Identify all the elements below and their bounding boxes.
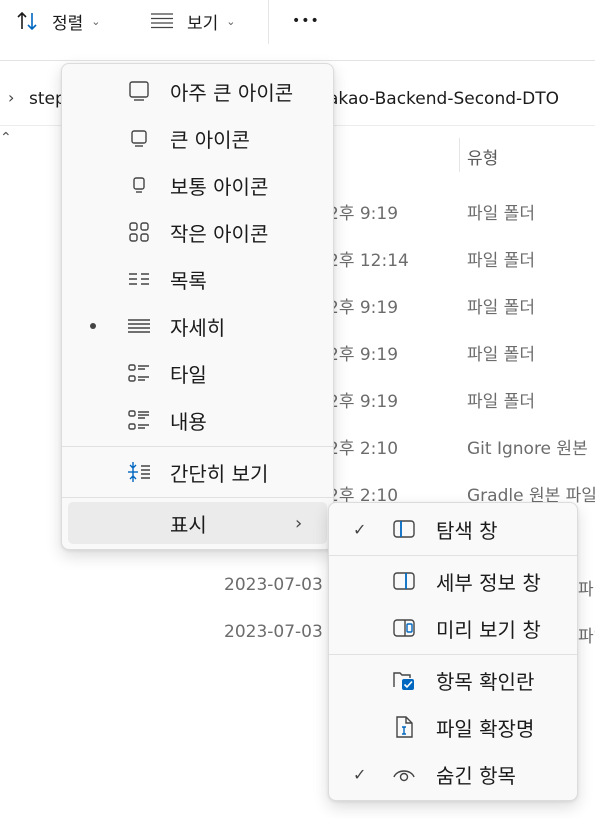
menu-item-preview-pane[interactable]: 미리 보기 창 (329, 605, 577, 651)
chevron-right-icon[interactable]: › (8, 88, 14, 107)
sort-icon (17, 11, 37, 31)
menu-item-label: 탐색 창 (436, 518, 498, 543)
menu-item-label: 세부 정보 창 (436, 570, 541, 595)
menu-item-details-pane[interactable]: 세부 정보 창 (329, 558, 577, 604)
show-submenu: ✓ 탐색 창 세부 정보 창 미리 보기 창 항목 확인란 파일 확장명 ✓ 숨… (328, 502, 578, 801)
menu-item-label: 내용 (170, 409, 207, 434)
selected-bullet-icon (90, 323, 96, 329)
menu-separator (62, 446, 333, 447)
menu-item-label: 보통 아이콘 (170, 174, 269, 199)
menu-item-label: 숨긴 항목 (436, 763, 516, 788)
chevron-down-icon: ⌄ (91, 14, 101, 28)
menu-item-content[interactable]: 내용 (62, 397, 333, 443)
navigation-pane-icon (392, 517, 416, 541)
checkmark-icon: ✓ (353, 764, 367, 784)
view-button-label: 보기 (187, 13, 219, 34)
chevron-right-icon: › (295, 512, 303, 534)
details-icon (127, 314, 151, 338)
menu-item-label: 미리 보기 창 (436, 617, 541, 642)
row-modified[interactable]: 2후 12:14 (328, 246, 409, 271)
menu-item-small-icons[interactable]: 작은 아이콘 (62, 209, 333, 255)
view-menu: 아주 큰 아이콘 큰 아이콘 보통 아이콘 작은 아이콘 목록 자세히 타일 내… (61, 63, 334, 550)
small-icons-icon (127, 220, 151, 244)
preview-pane-icon (392, 616, 416, 640)
menu-item-list[interactable]: 목록 (62, 256, 333, 302)
details-pane-icon (392, 569, 416, 593)
row-type[interactable]: 파일 폴더 (467, 246, 535, 271)
chevron-down-icon: ⌄ (226, 14, 236, 28)
row-modified[interactable]: 2후 9:19 (328, 340, 398, 365)
tiles-icon (127, 361, 151, 385)
view-button[interactable]: 보기 ⌄ (150, 8, 236, 34)
medium-icons-icon (127, 173, 151, 197)
column-divider[interactable] (459, 138, 460, 172)
more-options-button[interactable]: ••• (292, 8, 320, 34)
menu-item-label: 간단히 보기 (170, 461, 269, 486)
row-modified[interactable]: 2후 9:19 (328, 293, 398, 318)
command-bar: 정렬 ⌄ 보기 ⌄ ••• (0, 0, 595, 60)
menu-item-label: 자세히 (170, 315, 226, 340)
column-header-type[interactable]: 유형 (467, 144, 498, 169)
item-checkboxes-icon (392, 668, 416, 692)
menu-item-tiles[interactable]: 타일 (62, 350, 333, 396)
menu-item-navigation-pane[interactable]: ✓ 탐색 창 (329, 506, 577, 552)
menu-item-item-checkboxes[interactable]: 항목 확인란 (329, 657, 577, 703)
menu-item-file-extensions[interactable]: 파일 확장명 (329, 704, 577, 750)
breadcrumb-segment-current[interactable]: akao-Backend-Second-DTO (328, 89, 559, 109)
menu-item-label: 타일 (170, 362, 207, 387)
menu-item-label: 아주 큰 아이콘 (170, 80, 294, 105)
menu-item-compact-view[interactable]: 간단히 보기 (62, 449, 333, 495)
row-modified[interactable]: 2후 2:10 (328, 434, 398, 459)
checkmark-icon: ✓ (353, 519, 367, 539)
menu-item-label: 표시 (170, 512, 207, 537)
row-modified[interactable]: 2후 9:19 (328, 199, 398, 224)
file-extensions-icon (392, 715, 416, 739)
menu-item-details[interactable]: 자세히 (62, 303, 333, 349)
menu-item-label: 목록 (170, 268, 207, 293)
compact-view-icon (127, 460, 151, 484)
row-type-partial[interactable]: 파일 (578, 622, 595, 647)
toolbar-separator (0, 60, 595, 61)
sort-button[interactable]: 정렬 ⌄ (16, 8, 101, 34)
row-type[interactable]: 파일 폴더 (467, 387, 535, 412)
row-type[interactable]: 파일 폴더 (467, 199, 535, 224)
menu-item-large-icons[interactable]: 큰 아이콘 (62, 115, 333, 161)
row-modified-date[interactable]: 2023-07-03 (224, 622, 323, 642)
content-icon (127, 408, 151, 432)
menu-item-label: 큰 아이콘 (170, 127, 250, 152)
menu-item-medium-icons[interactable]: 보통 아이콘 (62, 162, 333, 208)
toolbar-divider (268, 0, 269, 44)
menu-separator (62, 497, 333, 498)
menu-item-show[interactable]: 표시 › (62, 500, 333, 546)
row-type-partial[interactable]: 파 (578, 575, 595, 600)
menu-item-label: 파일 확장명 (436, 716, 535, 741)
sort-button-label: 정렬 (52, 13, 84, 34)
menu-item-hidden-items[interactable]: ✓ 숨긴 항목 (329, 751, 577, 797)
hidden-items-icon (392, 762, 416, 786)
menu-separator (329, 555, 577, 556)
chevron-up-icon[interactable]: ⌃ (0, 130, 12, 146)
menu-item-label: 항목 확인란 (436, 669, 535, 694)
menu-separator (329, 654, 577, 655)
row-modified-date[interactable]: 2023-07-03 (224, 575, 323, 595)
row-type[interactable]: 파일 폴더 (467, 293, 535, 318)
row-modified[interactable]: 2후 9:19 (328, 387, 398, 412)
large-icons-icon (127, 126, 151, 150)
list-icon (127, 267, 151, 291)
row-type[interactable]: 파일 폴더 (467, 340, 535, 365)
extra-large-icons-icon (127, 79, 151, 103)
view-icon (151, 13, 173, 29)
menu-item-label: 작은 아이콘 (170, 221, 269, 246)
menu-item-extra-large-icons[interactable]: 아주 큰 아이콘 (62, 68, 333, 114)
row-type[interactable]: Git Ignore 원본 (467, 434, 588, 459)
